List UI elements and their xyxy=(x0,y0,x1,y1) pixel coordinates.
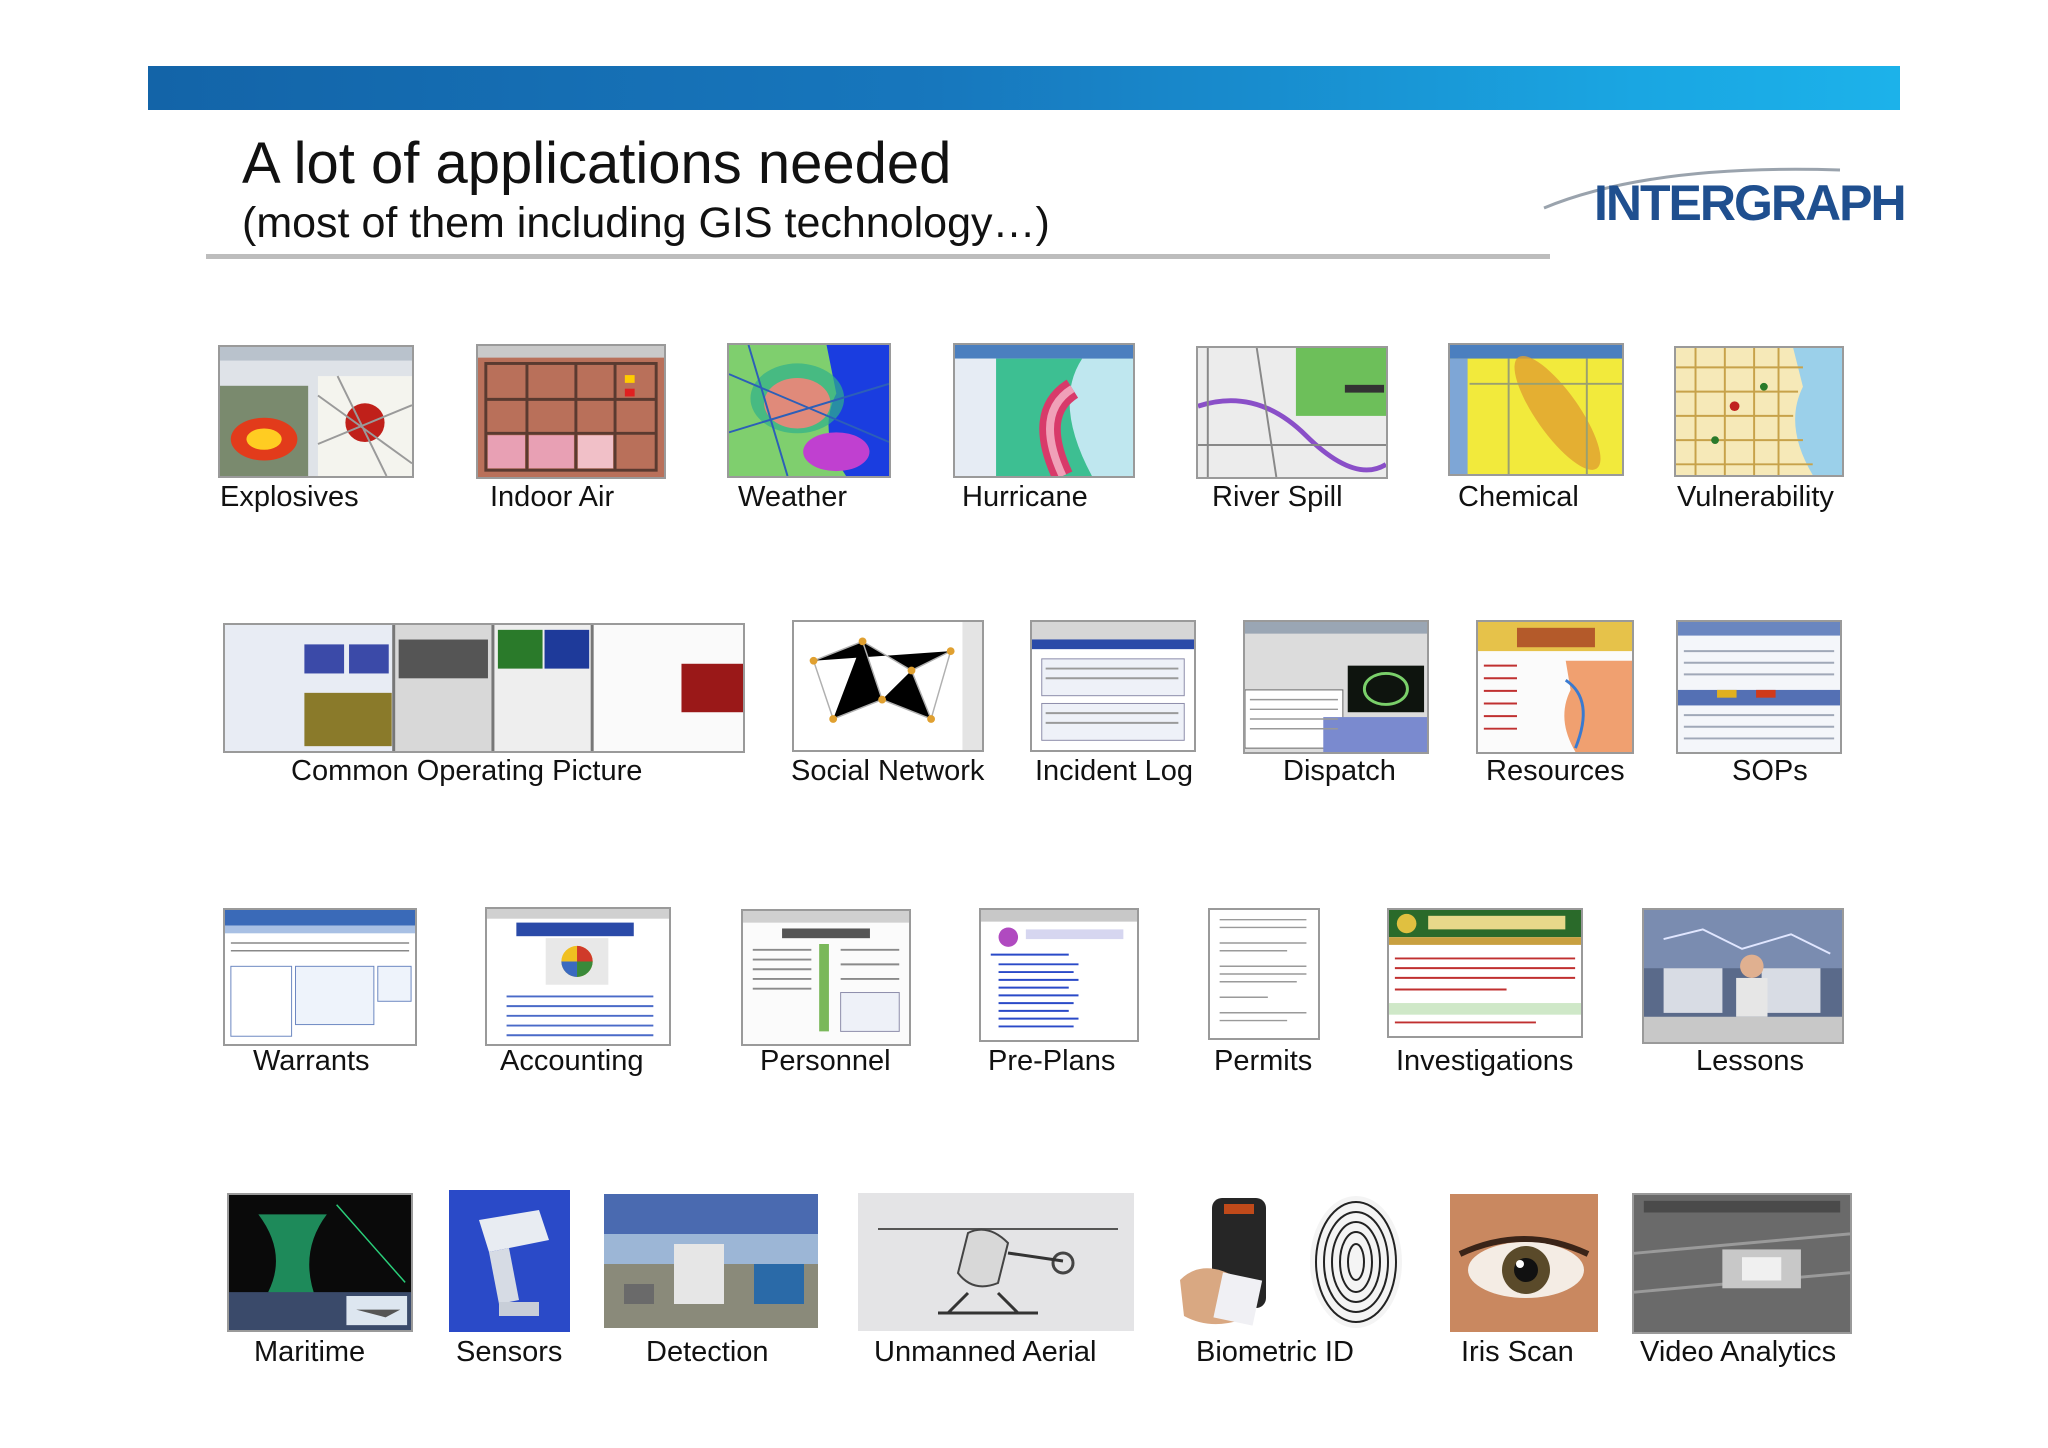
indoor-air-thumbnail xyxy=(476,344,666,479)
caption-explosives: Explosives xyxy=(220,481,359,513)
biometric-id-thumbnail xyxy=(1170,1190,1416,1332)
incident-log-thumbnail xyxy=(1030,620,1196,752)
caption-common-operating-picture: Common Operating Picture xyxy=(291,755,643,787)
caption-pre-plans: Pre-Plans xyxy=(988,1045,1116,1077)
maritime-thumbnail xyxy=(227,1193,413,1332)
caption-accounting: Accounting xyxy=(500,1045,644,1077)
caption-detection: Detection xyxy=(646,1336,769,1368)
caption-river-spill: River Spill xyxy=(1212,481,1343,513)
caption-iris-scan: Iris Scan xyxy=(1461,1336,1574,1368)
intergraph-logo: INTERGRAPH xyxy=(1540,160,1907,240)
caption-permits: Permits xyxy=(1214,1045,1313,1077)
header-banner xyxy=(148,66,1900,110)
iris-scan-thumbnail xyxy=(1450,1194,1598,1332)
caption-resources: Resources xyxy=(1486,755,1625,787)
caption-dispatch: Dispatch xyxy=(1283,755,1396,787)
detection-thumbnail xyxy=(604,1194,818,1328)
caption-warrants: Warrants xyxy=(253,1045,370,1077)
caption-lessons: Lessons xyxy=(1696,1045,1805,1077)
permits-thumbnail xyxy=(1208,908,1320,1040)
caption-indoor-air: Indoor Air xyxy=(490,481,615,513)
caption-hurricane: Hurricane xyxy=(962,481,1088,513)
hurricane-thumbnail xyxy=(953,343,1135,478)
river-spill-thumbnail xyxy=(1196,346,1388,479)
dispatch-thumbnail xyxy=(1243,620,1429,754)
lessons-thumbnail xyxy=(1642,908,1844,1044)
video-analytics-thumbnail xyxy=(1632,1193,1852,1334)
warrants-thumbnail xyxy=(223,908,417,1046)
chemical-thumbnail xyxy=(1448,343,1624,476)
vulnerability-thumbnail xyxy=(1674,346,1844,477)
accounting-thumbnail xyxy=(485,907,671,1046)
caption-video-analytics: Video Analytics xyxy=(1640,1336,1837,1368)
caption-chemical: Chemical xyxy=(1458,481,1579,513)
caption-maritime: Maritime xyxy=(254,1336,366,1368)
title-divider xyxy=(206,254,1550,259)
logo-wordmark: INTERGRAPH xyxy=(1594,175,1907,231)
caption-biometric-id: Biometric ID xyxy=(1196,1336,1354,1368)
slide-title: A lot of applications needed xyxy=(242,131,952,196)
social-network-thumbnail xyxy=(792,620,984,752)
caption-personnel: Personnel xyxy=(760,1045,891,1077)
pre-plans-thumbnail xyxy=(979,908,1139,1042)
caption-weather: Weather xyxy=(738,481,848,513)
caption-investigations: Investigations xyxy=(1396,1045,1574,1077)
caption-social-network: Social Network xyxy=(791,755,985,787)
investigations-thumbnail xyxy=(1387,908,1583,1038)
unmanned-aerial-thumbnail xyxy=(858,1193,1134,1331)
caption-unmanned-aerial: Unmanned Aerial xyxy=(874,1336,1097,1368)
weather-thumbnail xyxy=(727,343,891,478)
resources-thumbnail xyxy=(1476,620,1634,754)
sops-thumbnail xyxy=(1676,620,1842,754)
common-operating-picture-thumbnail xyxy=(223,623,745,753)
caption-incident-log: Incident Log xyxy=(1035,755,1194,787)
slide-subtitle: (most of them including GIS technology…) xyxy=(242,199,1050,247)
caption-sensors: Sensors xyxy=(456,1336,563,1368)
caption-vulnerability: Vulnerability xyxy=(1677,481,1834,513)
explosives-thumbnail xyxy=(218,345,414,478)
sensors-thumbnail xyxy=(449,1190,570,1332)
caption-sops: SOPs xyxy=(1732,755,1808,787)
personnel-thumbnail xyxy=(741,909,911,1046)
